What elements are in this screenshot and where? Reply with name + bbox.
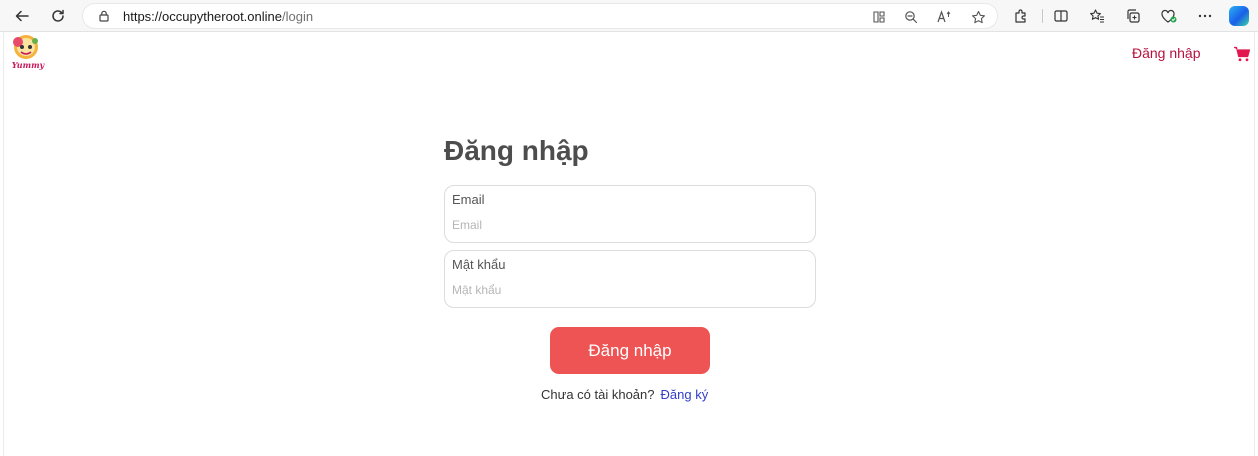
browser-toolbar: https://occupytheroot.online/login xyxy=(0,0,1258,32)
copilot-icon[interactable] xyxy=(1229,6,1249,26)
cart-icon[interactable] xyxy=(1233,46,1251,62)
zoom-out-icon[interactable] xyxy=(901,7,921,27)
lock-icon[interactable] xyxy=(97,9,111,23)
collections-icon[interactable] xyxy=(1121,4,1145,28)
immersive-reader-icon[interactable] xyxy=(869,7,889,27)
split-screen-icon[interactable] xyxy=(1049,4,1073,28)
extensions-icon[interactable] xyxy=(1009,4,1033,28)
page-content: Yummy Đăng nhập Đăng nhập Email Mật khẩu… xyxy=(3,32,1255,456)
email-label: Email xyxy=(452,192,485,207)
refresh-icon[interactable] xyxy=(46,4,70,28)
browser-essentials-icon[interactable] xyxy=(1157,4,1181,28)
url-path: /login xyxy=(282,9,314,24)
email-input[interactable] xyxy=(452,214,802,236)
no-account-text: Chưa có tài khoản? xyxy=(541,387,655,402)
logo-text: Yummy xyxy=(11,60,45,70)
password-input[interactable] xyxy=(452,279,802,301)
address-bar[interactable]: https://occupytheroot.online/login xyxy=(82,3,998,29)
favorite-star-icon[interactable] xyxy=(968,7,988,27)
signup-prompt: Chưa có tài khoản? Đăng ký xyxy=(541,387,708,402)
back-icon[interactable] xyxy=(10,4,34,28)
password-label: Mật khẩu xyxy=(452,257,506,272)
email-field[interactable]: Email xyxy=(444,185,816,243)
url-text[interactable]: https://occupytheroot.online/login xyxy=(123,9,313,24)
signup-link[interactable]: Đăng ký xyxy=(661,387,709,402)
read-aloud-icon[interactable] xyxy=(935,7,955,27)
toolbar-separator xyxy=(1042,9,1043,23)
url-host: https://occupytheroot.online xyxy=(123,9,282,24)
header-login-link[interactable]: Đăng nhập xyxy=(1132,45,1201,61)
login-submit-button[interactable]: Đăng nhập xyxy=(550,327,710,374)
more-icon[interactable] xyxy=(1193,4,1217,28)
page-title: Đăng nhập xyxy=(444,135,589,166)
yummy-logo[interactable]: Yummy xyxy=(8,34,44,72)
password-field[interactable]: Mật khẩu xyxy=(444,250,816,308)
favorites-icon[interactable] xyxy=(1085,4,1109,28)
